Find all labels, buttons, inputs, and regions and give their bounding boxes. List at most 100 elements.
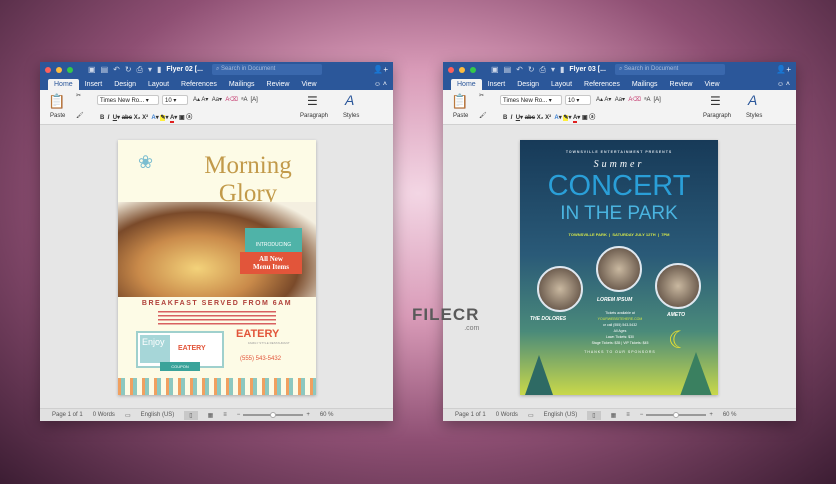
language[interactable]: English (US)	[544, 412, 578, 418]
tab[interactable]: Design	[108, 79, 142, 90]
smiley-icon[interactable]: ☺ ˄	[771, 79, 796, 90]
proofing-icon[interactable]: ▭	[125, 412, 131, 419]
word-count[interactable]: 0 Words	[496, 412, 518, 418]
font-size-select[interactable]: 10 ▾	[565, 95, 591, 105]
tree-icon	[680, 352, 712, 395]
share-icon[interactable]: 👤+	[776, 65, 791, 74]
print-layout-icon[interactable]: ▯	[587, 410, 601, 420]
cut-icon[interactable]: ✂	[479, 92, 484, 99]
search-input[interactable]: ⌕ Search in Document	[211, 64, 322, 75]
tab[interactable]: References	[175, 79, 223, 90]
sidebar-icon[interactable]: ▣	[88, 65, 96, 74]
font-name-select[interactable]: Times New Ro... ▾	[97, 95, 159, 105]
zoom-knob[interactable]	[673, 412, 680, 418]
tab[interactable]: Insert	[79, 79, 109, 90]
page-count: Page 1 of 1	[455, 412, 486, 418]
flyer-page[interactable]: TOWNSVILLE ENTERTAINMENT PRESENTS Summer…	[520, 140, 718, 395]
zoom-slider[interactable]: − +	[640, 412, 713, 418]
undo-icon[interactable]: ↶	[516, 65, 523, 74]
clear-format-icon[interactable]: A⌫	[628, 97, 641, 103]
summer: Summer	[593, 159, 645, 170]
zoom-slider[interactable]: − +	[237, 412, 310, 418]
font-size-buttons[interactable]: A▴ A▾ Aa▾ A⌫ ᵃA [A]	[193, 96, 258, 103]
format-buttons[interactable]: B I U▾ abc X₂ X² A▾ ✎▾ A▾ ▣ ⓐ	[100, 112, 192, 123]
minimize-button[interactable]	[459, 66, 465, 73]
concert: CONCERT	[547, 170, 691, 202]
font-size-select[interactable]: 10 ▾	[162, 95, 188, 105]
tab[interactable]: Layout	[142, 79, 175, 90]
customize-icon[interactable]: ▾	[551, 65, 555, 74]
proofing-icon[interactable]: ▭	[528, 412, 534, 419]
paste-icon[interactable]: 📋	[451, 93, 468, 110]
document-icon: ▮	[559, 65, 565, 74]
sidebar-icon[interactable]: ▣	[491, 65, 499, 74]
smiley-icon[interactable]: ☺ ˄	[368, 79, 393, 90]
font-name-select[interactable]: Times New Ro... ▾	[500, 95, 562, 105]
zoom-level[interactable]: 60 %	[320, 412, 334, 418]
word-count[interactable]: 0 Words	[93, 412, 115, 418]
paste-icon[interactable]: 📋	[48, 93, 65, 110]
tab[interactable]: Home	[451, 79, 482, 90]
print-layout-icon[interactable]: ▯	[184, 410, 198, 420]
undo-icon[interactable]: ↶	[113, 65, 120, 74]
event-info: TOWNSVILLE PARK | SATURDAY JULY 12TH | 7…	[568, 232, 670, 237]
ribbon: 📋 Paste ✂ 🖌 Times New Ro... ▾ 10 ▾ A▴ A▾…	[443, 90, 796, 125]
flyer-page[interactable]: ❀ Morning Glory INTRODUCING All New Menu I…	[118, 140, 316, 395]
tab[interactable]: Insert	[482, 79, 512, 90]
cut-icon[interactable]: ✂	[76, 92, 81, 99]
title-bar: ▣ ▤ ↶ ↻ ⎙ ▾ ▮ Flyer 03 [... ⌕ Search in …	[443, 62, 796, 77]
tab[interactable]: Mailings	[626, 79, 664, 90]
zoom-level[interactable]: 60 %	[723, 412, 737, 418]
share-icon[interactable]: 👤+	[373, 65, 388, 74]
zoom-knob[interactable]	[270, 412, 277, 418]
web-layout-icon[interactable]: ▦	[208, 412, 214, 419]
print-icon[interactable]: ⎙	[137, 65, 143, 75]
save-icon[interactable]: ▤	[504, 65, 512, 74]
format-painter-icon[interactable]: 🖌	[479, 112, 487, 119]
clear-format-icon[interactable]: A⌫	[225, 97, 238, 103]
tab[interactable]: Design	[511, 79, 545, 90]
close-button[interactable]	[448, 66, 454, 73]
close-button[interactable]	[45, 66, 51, 73]
language[interactable]: English (US)	[141, 412, 175, 418]
font-size: 10	[165, 98, 172, 104]
paragraph-icon[interactable]: ☰	[710, 94, 721, 108]
web-layout-icon[interactable]: ▦	[611, 412, 617, 419]
redo-icon[interactable]: ↻	[125, 65, 132, 74]
styles-icon[interactable]: A	[748, 92, 757, 108]
styles-icon[interactable]: A	[345, 92, 354, 108]
format-buttons[interactable]: B I U▾ abc X₂ X² A▾ ✎▾ A▾ ▣ ⓐ	[503, 112, 595, 123]
coupon-enjoy: Enjoy	[140, 335, 170, 363]
paragraph-label: Paragraph	[300, 113, 329, 119]
styles-label: Styles	[343, 113, 360, 119]
tab[interactable]: Home	[48, 79, 79, 90]
the-dolores-photo	[537, 266, 583, 312]
customize-icon[interactable]: ▾	[148, 65, 152, 74]
outline-icon[interactable]: ≡	[223, 412, 227, 418]
tab[interactable]: View	[295, 79, 322, 90]
floral-border	[118, 378, 316, 395]
save-icon[interactable]: ▤	[101, 65, 109, 74]
tab[interactable]: Review	[664, 79, 699, 90]
outline-icon[interactable]: ≡	[626, 412, 630, 418]
print-icon[interactable]: ⎙	[540, 65, 546, 75]
ribbon: 📋 Paste ✂ 🖌 Times New Ro... ▾ 10 ▾ A▴ A▾…	[40, 90, 393, 125]
format-painter-icon[interactable]: 🖌	[76, 112, 84, 119]
tab[interactable]: References	[578, 79, 626, 90]
band-name: THE DOLORES	[530, 316, 567, 322]
zoom-button[interactable]	[67, 66, 73, 73]
tab[interactable]: Mailings	[223, 79, 261, 90]
redo-icon[interactable]: ↻	[528, 65, 535, 74]
font-size-buttons[interactable]: A▴ A▾ Aa▾ A⌫ ᵃA [A]	[596, 96, 661, 103]
tab[interactable]: View	[698, 79, 725, 90]
paragraph-icon[interactable]: ☰	[307, 94, 318, 108]
search-input[interactable]: ⌕ Search in Document	[614, 64, 725, 75]
minimize-button[interactable]	[56, 66, 62, 73]
introducing-banner: INTRODUCING	[245, 228, 302, 254]
tab[interactable]: Review	[261, 79, 296, 90]
paragraph-label: Paragraph	[703, 113, 732, 119]
new-line-1: All New	[259, 255, 283, 263]
font-name: Times New Ro...	[503, 98, 548, 104]
tab[interactable]: Layout	[545, 79, 578, 90]
zoom-button[interactable]	[470, 66, 476, 73]
